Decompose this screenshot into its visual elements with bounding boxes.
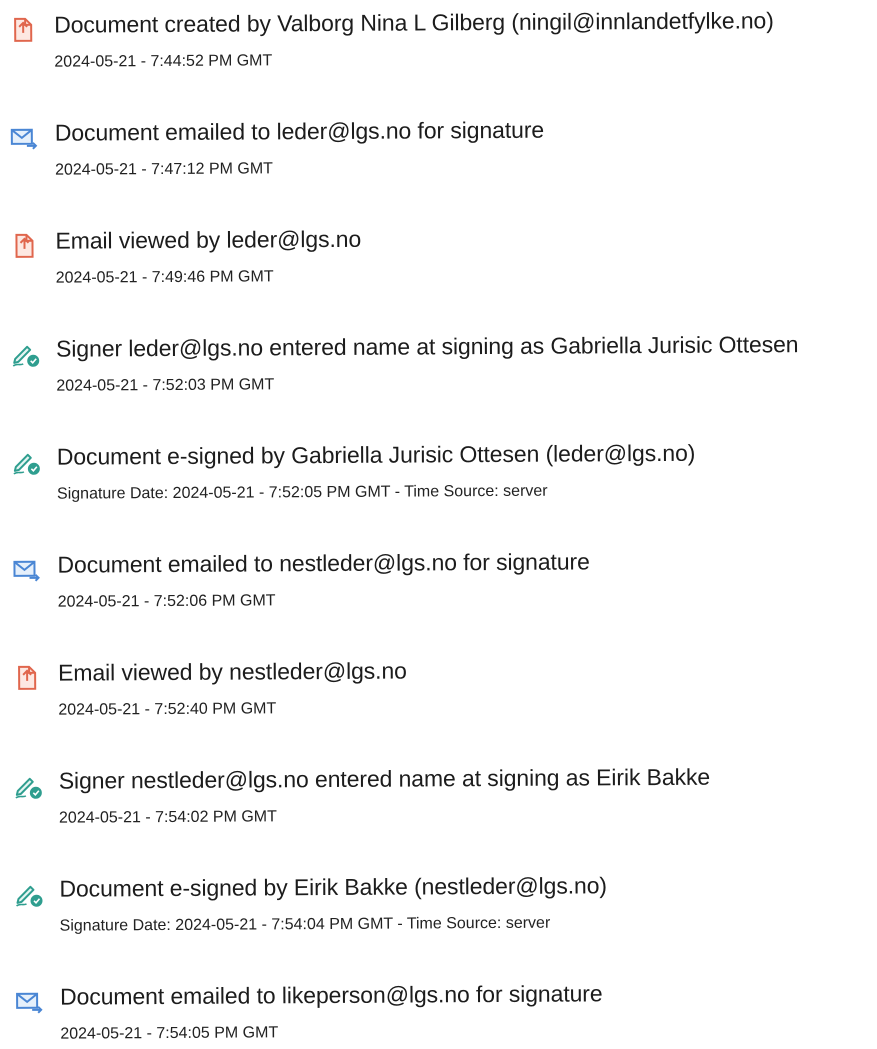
event-document-emailed: Document emailed to nestleder@lgs.no for… xyxy=(11,543,873,628)
event-title: Document emailed to likeperson@lgs.no fo… xyxy=(60,980,603,1010)
event-timestamp: 2024-05-21 - 7:44:52 PM GMT xyxy=(54,52,273,71)
event-timestamp: 2024-05-21 - 7:49:46 PM GMT xyxy=(55,268,274,287)
audit-trail: Document created by Valborg Nina L Gilbe… xyxy=(0,0,877,1049)
event-document-esigned: Document e-signed by Eirik Bakke (nestle… xyxy=(13,867,875,952)
event-title: Signer nestleder@lgs.no entered name at … xyxy=(58,763,711,794)
event-timestamp: 2024-05-21 - 7:52:03 PM GMT xyxy=(56,376,275,395)
event-email-viewed: Email viewed by nestleder@lgs.no 2024-05… xyxy=(12,651,874,736)
email-icon xyxy=(9,123,39,153)
signature-pen-icon xyxy=(11,447,41,477)
event-title: Document emailed to nestleder@lgs.no for… xyxy=(57,548,590,578)
document-icon xyxy=(9,231,39,261)
event-title: Signer leder@lgs.no entered name at sign… xyxy=(56,331,799,362)
email-icon xyxy=(11,555,41,585)
event-timestamp: 2024-05-21 - 7:52:06 PM GMT xyxy=(57,592,276,611)
event-signer-name: Signer leder@lgs.no entered name at sign… xyxy=(10,327,872,412)
document-icon xyxy=(12,663,42,693)
event-timestamp: 2024-05-21 - 7:52:40 PM GMT xyxy=(58,700,277,719)
email-icon xyxy=(14,987,44,1017)
event-document-created: Document created by Valborg Nina L Gilbe… xyxy=(8,3,870,88)
event-document-emailed: Document emailed to leder@lgs.no for sig… xyxy=(9,111,871,196)
event-document-emailed: Document emailed to likeperson@lgs.no fo… xyxy=(14,975,876,1049)
event-timestamp: 2024-05-21 - 7:54:02 PM GMT xyxy=(58,808,277,827)
event-email-viewed: Email viewed by leder@lgs.no 2024-05-21 … xyxy=(9,219,871,304)
event-document-esigned: Document e-signed by Gabriella Jurisic O… xyxy=(11,435,873,520)
event-signer-name: Signer nestleder@lgs.no entered name at … xyxy=(13,759,875,844)
event-title: Email viewed by nestleder@lgs.no xyxy=(58,657,407,686)
event-signature-date: Signature Date: 2024-05-21 - 7:54:04 PM … xyxy=(59,914,551,935)
event-title: Document e-signed by Eirik Bakke (nestle… xyxy=(59,872,607,902)
event-title: Document e-signed by Gabriella Jurisic O… xyxy=(56,439,696,470)
event-title: Document created by Valborg Nina L Gilbe… xyxy=(54,7,774,38)
event-timestamp: 2024-05-21 - 7:47:12 PM GMT xyxy=(54,160,273,179)
signature-pen-icon xyxy=(13,879,43,909)
document-icon xyxy=(8,15,38,45)
event-timestamp: 2024-05-21 - 7:54:05 PM GMT xyxy=(60,1024,279,1043)
event-title: Email viewed by leder@lgs.no xyxy=(55,225,362,254)
event-title: Document emailed to leder@lgs.no for sig… xyxy=(54,116,545,146)
event-signature-date: Signature Date: 2024-05-21 - 7:52:05 PM … xyxy=(56,482,548,503)
signature-pen-icon xyxy=(13,771,43,801)
signature-pen-icon xyxy=(10,339,40,369)
